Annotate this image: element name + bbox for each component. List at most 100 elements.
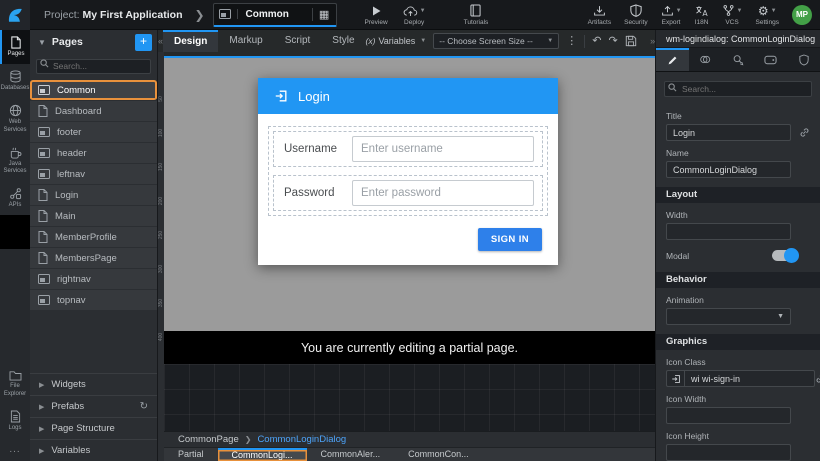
kebab-menu-icon[interactable]: ⋮ [566,33,577,49]
pages-panel-header[interactable]: ▼ Pages + [30,30,157,54]
more-menu-button[interactable]: ... [0,438,30,461]
breadcrumb: CommonPage ❯ CommonLoginDialog [164,431,655,447]
section-page-structure[interactable]: ▶ Page Structure [30,417,157,439]
folder-icon [9,370,22,381]
security-button[interactable]: Security [624,4,647,26]
add-page-button[interactable]: + [135,34,152,51]
tab-design[interactable]: Design [163,30,218,52]
username-field-row[interactable]: Username [273,131,543,167]
project-name: My First Application [83,9,183,21]
form-fields-container[interactable]: Username Password [268,126,548,216]
icon-width-input[interactable] [666,407,791,424]
page-icon [38,210,48,222]
preview-button[interactable]: Preview [365,4,388,26]
name-field-input[interactable] [666,161,791,178]
pages-list: Common Dashboard footer header leftnav [30,80,157,311]
i18n-button[interactable]: A I18N [695,4,709,26]
bottom-tab-commonlogindialog[interactable]: CommonLogi... [218,448,307,461]
page-item-memberprofile[interactable]: MemberProfile [30,227,157,248]
breadcrumb-parent[interactable]: CommonPage [178,434,239,445]
tutorials-button[interactable]: Tutorials [464,4,489,26]
undo-icon[interactable]: ↶ [592,33,601,49]
password-input[interactable] [352,180,534,206]
canvas-grid-area[interactable] [164,364,655,431]
wavemaker-logo[interactable] [0,0,30,30]
icon-class-input[interactable] [684,370,815,387]
page-item-main[interactable]: Main [30,206,157,227]
sidebar-item-logs[interactable]: Logs [0,404,30,438]
bottom-tab-commonconfirmdialog[interactable]: CommonCon... [394,448,483,461]
search-icon [668,83,677,92]
screen-size-select[interactable]: -- Choose Screen Size -- ▼ [433,33,559,49]
page-item-leftnav[interactable]: leftnav [30,164,157,185]
page-item-footer[interactable]: footer [30,122,157,143]
bind-icon[interactable] [799,127,810,138]
bind-icon[interactable] [815,373,820,384]
username-input[interactable] [352,136,534,162]
page-item-header[interactable]: header [30,143,157,164]
page-item-login[interactable]: Login [30,185,157,206]
export-button[interactable]: ▼ Export [661,4,682,26]
page-item-topnav[interactable]: topnav [30,290,157,311]
vcs-button[interactable]: ▼ VCS [722,4,743,26]
chevron-right-icon: ❯ [245,435,252,444]
pages-search-input[interactable] [36,59,151,74]
page-item-rightnav[interactable]: rightnav [30,269,157,290]
deploy-button[interactable]: ▼ Deploy [403,4,426,26]
modal-toggle[interactable] [772,250,797,261]
section-variables[interactable]: ▶ Variables [30,439,157,461]
tab-properties[interactable] [656,48,689,71]
save-icon[interactable] [625,35,637,47]
section-widgets[interactable]: ▶ Widgets [30,373,157,395]
pages-icon [10,36,22,49]
pages-panel: ▼ Pages + Common Dashboard [30,30,158,461]
artifacts-button[interactable]: Artifacts [588,4,611,26]
sidebar-item-pages[interactable]: Pages [0,30,30,64]
sidebar-item-web-services[interactable]: Web Services [0,98,30,139]
user-avatar[interactable]: MP [792,5,812,25]
tab-security[interactable] [787,48,820,71]
section-layout: Layout [656,187,820,203]
refresh-icon[interactable]: ↻ [140,401,148,412]
page-item-memberspage[interactable]: MembersPage [30,248,157,269]
sidebar-item-java-services[interactable]: Java Services [0,140,30,181]
breadcrumb-current[interactable]: CommonLoginDialog [257,434,346,445]
animation-select[interactable]: ▼ [666,308,791,325]
login-dialog[interactable]: Login Username Password [258,78,558,265]
logo-icon [6,6,24,24]
title-field-input[interactable] [666,124,791,141]
gear-icon: ⚙ [758,5,769,17]
settings-button[interactable]: ⚙ ▼ Settings [756,4,780,26]
page-selector-dropdown[interactable]: Common ▦ [213,3,337,27]
tab-device[interactable] [754,48,787,71]
chevron-right-icon: ▶ [39,381,44,389]
bottom-tab-commonalertdialog[interactable]: CommonAler... [307,448,395,461]
sidebar-item-databases[interactable]: Databases [0,64,30,98]
page-item-common[interactable]: Common [30,80,157,101]
width-field-input[interactable] [666,223,791,240]
password-field-row[interactable]: Password [273,175,543,211]
tab-style[interactable]: Style [321,30,365,52]
redo-icon[interactable]: ↷ [608,33,617,49]
sidebar-item-apis[interactable]: APIs [0,181,30,215]
tab-styles[interactable] [689,48,722,71]
canvas-stage[interactable]: Login Username Password [164,56,655,331]
page-item-dashboard[interactable]: Dashboard [30,101,157,122]
bottom-tab-partial[interactable]: Partial [164,448,218,461]
partial-icon [38,127,50,137]
login-dialog-header[interactable]: Login [258,78,558,114]
topbar-actions-right: Artifacts Security ▼ Export A [588,4,820,26]
topbar-actions-mid: Tutorials [464,4,489,26]
grid-view-icon[interactable]: ▦ [312,8,336,21]
download-tray-icon [593,4,606,18]
variables-menu[interactable]: (x) Variables ▼ [366,36,427,46]
sidebar-item-file-explorer[interactable]: File Explorer [0,364,30,403]
tab-events[interactable] [722,48,755,71]
tab-markup[interactable]: Markup [218,30,273,52]
sign-in-button[interactable]: SIGN IN [478,228,542,251]
icon-height-input[interactable] [666,444,791,461]
properties-search-input[interactable] [664,81,812,97]
logs-icon [10,410,21,423]
tab-script[interactable]: Script [274,30,322,52]
section-prefabs[interactable]: ▶ Prefabs ↻ [30,395,157,417]
